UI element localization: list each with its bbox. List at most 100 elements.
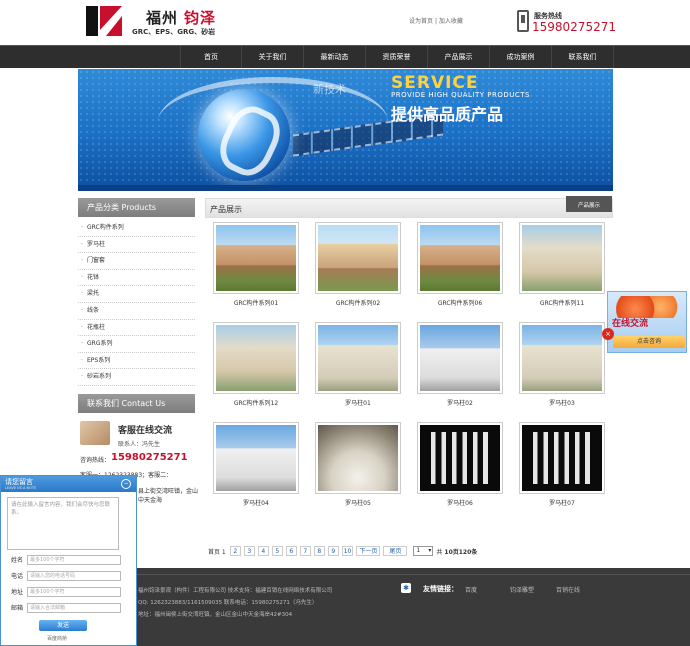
header-hotline: 服务热线 15980275271 (517, 10, 617, 38)
product-image[interactable] (216, 325, 296, 391)
product-image[interactable] (318, 325, 398, 391)
product-name[interactable]: GRC构件系列01 (213, 298, 299, 307)
product-image[interactable] (318, 425, 398, 491)
product-name[interactable]: 罗马柱05 (315, 498, 401, 507)
footer-info: 福州钧泽景观（构件）工程有限公司 技术支持：福建百销在线网络技术有限公司 QQ:… (138, 585, 388, 621)
product-card[interactable]: 罗马柱04 (213, 422, 299, 507)
send-button[interactable]: 发送 (39, 620, 87, 631)
product-image[interactable] (420, 425, 500, 491)
product-name[interactable]: 罗马柱01 (315, 398, 401, 407)
logo-text: 福州钧泽 (146, 7, 216, 28)
product-card[interactable]: 罗马柱03 (519, 322, 605, 407)
message-textarea[interactable]: 请在此输入留言内容，我们会尽快与您联系。 (7, 497, 119, 550)
name-row: 姓名最多100个字符 (11, 554, 121, 565)
product-image[interactable] (522, 325, 602, 391)
friend-link[interactable]: 百销在线 (556, 585, 580, 594)
powered-by-label: 百度商桥 (47, 635, 67, 642)
section-title: 产品展示 (210, 204, 242, 215)
category-item[interactable]: 花瓶柱 (78, 320, 195, 337)
product-name[interactable]: 罗马柱06 (417, 498, 503, 507)
category-item[interactable]: GRG系列 (78, 336, 195, 353)
product-name[interactable]: GRC构件系列06 (417, 298, 503, 307)
nav-home[interactable]: 首页 (180, 46, 242, 68)
category-list: GRC构件系列 罗马柱 门窗套 花钵 梁托 线条 花瓶柱 GRG系列 EPS系列… (78, 217, 195, 386)
phone-input[interactable]: 请输入您的电话号码 (27, 571, 121, 581)
email-input[interactable]: 请输入合法邮箱 (27, 603, 121, 613)
product-image[interactable] (318, 225, 398, 291)
product-card[interactable]: 罗马柱05 (315, 422, 401, 507)
pager-first[interactable]: 首页 1 (208, 547, 226, 556)
message-box-subtitle: LEAVE US A NOTE (5, 486, 36, 490)
chat-widget-title[interactable]: 在线交流 (612, 316, 648, 329)
paw-icon: ✱ (401, 583, 411, 593)
banner-overlay-text: 新技术 (313, 81, 346, 97)
address-row: 地址最多100个字符 (11, 586, 121, 597)
page-link[interactable]: 9 (328, 546, 339, 556)
category-item[interactable]: 梁托 (78, 286, 195, 303)
page-link[interactable]: 2 (230, 546, 241, 556)
nav-about[interactable]: 关于我们 (242, 46, 304, 68)
page-link[interactable]: 3 (244, 546, 255, 556)
page-link[interactable]: 6 (286, 546, 297, 556)
friend-link[interactable]: 百度 (465, 585, 477, 594)
product-card[interactable]: 罗马柱02 (417, 322, 503, 407)
product-card[interactable]: GRC构件系列12 (213, 322, 299, 407)
product-image[interactable] (420, 325, 500, 391)
product-image[interactable] (216, 225, 296, 291)
minimize-icon[interactable]: − (121, 479, 131, 489)
service-title[interactable]: 客服在线交流 (118, 423, 172, 436)
category-item[interactable]: 花钵 (78, 270, 195, 287)
nav-products[interactable]: 产品展示 (428, 46, 490, 68)
set-homepage-link[interactable]: 设为首页 (409, 18, 433, 25)
category-item[interactable]: GRC构件系列 (78, 220, 195, 237)
category-item[interactable]: 线条 (78, 303, 195, 320)
globe-graphic (198, 89, 290, 181)
last-page-link[interactable]: 尾页 (383, 546, 407, 556)
product-name[interactable]: 罗马柱02 (417, 398, 503, 407)
category-item[interactable]: 砂岩系列 (78, 369, 195, 386)
page-link[interactable]: 10 (342, 546, 354, 556)
pager-total-prefix: 共 (436, 547, 442, 556)
product-name[interactable]: GRC构件系列12 (213, 398, 299, 407)
product-name[interactable]: 罗马柱03 (519, 398, 605, 407)
product-name[interactable]: 罗马柱04 (213, 498, 299, 507)
category-item[interactable]: 门窗套 (78, 253, 195, 270)
friend-link[interactable]: 钧泽雕塑 (510, 585, 534, 594)
product-card[interactable]: GRC构件系列01 (213, 222, 299, 307)
pagination: 首页 1 2 3 4 5 6 7 8 9 10 下一页 尾页 1 共 10页12… (208, 545, 477, 557)
product-image[interactable] (216, 425, 296, 491)
product-name[interactable]: GRC构件系列11 (519, 298, 605, 307)
product-card[interactable]: GRC构件系列02 (315, 222, 401, 307)
site-logo[interactable]: 福州钧泽 GRC、EPS、GRG、砂岩 (86, 4, 266, 40)
nav-cases[interactable]: 成功案例 (490, 46, 552, 68)
page-link[interactable]: 8 (314, 546, 325, 556)
online-chat-widget[interactable]: 在线交流 点击咨询 × (607, 291, 687, 353)
page-link[interactable]: 4 (258, 546, 269, 556)
service-address: 县上街交湾旺镇，金山中天金海 (138, 487, 198, 505)
product-card[interactable]: 罗马柱01 (315, 322, 401, 407)
nav-honors[interactable]: 资质荣誉 (366, 46, 428, 68)
consult-button[interactable]: 点击咨询 (613, 336, 685, 348)
page-link[interactable]: 7 (300, 546, 311, 556)
product-image[interactable] (420, 225, 500, 291)
add-favorite-link[interactable]: 加入收藏 (439, 18, 463, 25)
product-name[interactable]: 罗马柱07 (519, 498, 605, 507)
product-image[interactable] (522, 425, 602, 491)
product-card[interactable]: 罗马柱06 (417, 422, 503, 507)
category-item[interactable]: 罗马柱 (78, 237, 195, 254)
page-select[interactable]: 1 (413, 546, 433, 556)
page-link[interactable]: 5 (272, 546, 283, 556)
close-icon[interactable]: × (602, 328, 614, 340)
product-card[interactable]: 罗马柱07 (519, 422, 605, 507)
product-name[interactable]: GRC构件系列02 (315, 298, 401, 307)
address-input[interactable]: 最多100个字符 (27, 587, 121, 597)
product-image[interactable] (522, 225, 602, 291)
product-card[interactable]: GRC构件系列11 (519, 222, 605, 307)
product-card[interactable]: GRC构件系列06 (417, 222, 503, 307)
message-box: 请您留言 LEAVE US A NOTE − 请在此输入留言内容，我们会尽快与您… (0, 475, 137, 646)
next-page-link[interactable]: 下一页 (356, 546, 380, 556)
nav-contact[interactable]: 联系我们 (552, 46, 614, 68)
name-input[interactable]: 最多100个字符 (27, 555, 121, 565)
nav-news[interactable]: 最新动态 (304, 46, 366, 68)
category-item[interactable]: EPS系列 (78, 353, 195, 370)
